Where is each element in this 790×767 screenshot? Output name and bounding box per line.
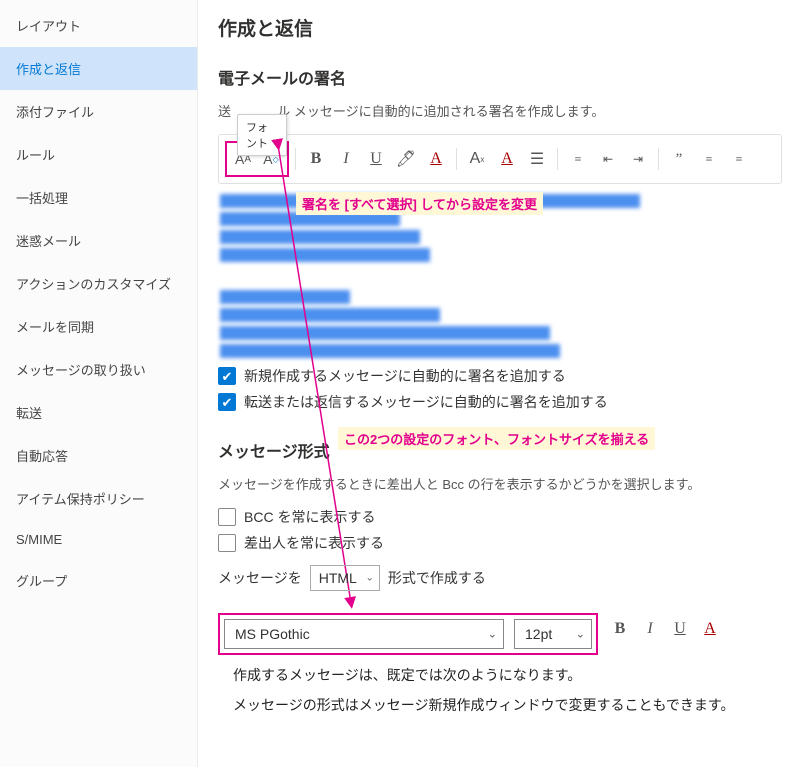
font-tooltip: フォント	[237, 114, 287, 156]
italic-button[interactable]: I	[332, 145, 360, 173]
sidebar-item-groups[interactable]: グループ	[0, 559, 197, 602]
sidebar-item-layout[interactable]: レイアウト	[0, 4, 197, 47]
toolbar-separator	[658, 148, 659, 170]
font-buttons-highlight: フォント AA A◇	[225, 141, 289, 177]
callout-select-all: 署名を [すべて選択] してから設定を変更	[296, 192, 543, 215]
numbered-list-button[interactable]: ≡	[564, 145, 592, 173]
sidebar-item-retention[interactable]: アイテム保持ポリシー	[0, 477, 197, 520]
checkbox-show-bcc[interactable]: BCC を常に表示する	[218, 507, 782, 527]
format-mini-toolbar: B I U A	[606, 615, 724, 643]
font-size-highlight-box: MS PGothic ⌄ 12pt ⌄	[218, 613, 598, 655]
sidebar-item-auto-reply[interactable]: 自動応答	[0, 434, 197, 477]
bold-button[interactable]: B	[606, 615, 634, 643]
checkbox-show-from[interactable]: 差出人を常に表示する	[218, 533, 782, 553]
signature-section: 電子メールの署名 送 信する ル メッセージに自動的に追加される署名を作成します…	[218, 65, 782, 412]
font-color-button[interactable]: A	[422, 145, 450, 173]
format-desc: メッセージを作成するときに差出人と Bcc の行を表示するかどうかを選択します。	[218, 474, 782, 493]
chevron-down-icon: ⌄	[576, 628, 585, 641]
default-size-select[interactable]: 12pt ⌄	[514, 619, 592, 649]
bullets-button[interactable]: ☰	[523, 145, 551, 173]
font-color-2-button[interactable]: A	[493, 145, 521, 173]
chevron-down-icon: ⌄	[365, 573, 373, 584]
page-title: 作成と返信	[218, 14, 782, 41]
signature-heading: 電子メールの署名	[218, 65, 782, 89]
outdent-button[interactable]: ⇤	[594, 145, 622, 173]
main-content: 作成と返信 電子メールの署名 送 信する ル メッセージに自動的に追加される署名…	[198, 0, 790, 767]
toolbar-separator	[456, 148, 457, 170]
signature-desc-prefix: 送	[218, 104, 231, 119]
sidebar-item-attachments[interactable]: 添付ファイル	[0, 90, 197, 133]
checkbox-new-message-signature[interactable]: ✔ 新規作成するメッセージに自動的に署名を追加する	[218, 366, 782, 386]
indent-button[interactable]: ⇥	[624, 145, 652, 173]
checkbox-label: 差出人を常に表示する	[244, 533, 384, 553]
italic-button[interactable]: I	[636, 615, 664, 643]
format-note-1: 作成するメッセージは、既定では次のようになります。	[233, 665, 782, 685]
toolbar-separator	[557, 148, 558, 170]
checkbox-label: 新規作成するメッセージに自動的に署名を追加する	[244, 366, 566, 386]
checkbox-label: BCC を常に表示する	[244, 507, 375, 527]
default-size-value: 12pt	[525, 626, 552, 642]
signature-toolbar: フォント AA A◇ B I U 🖊 A Ax A ☰ ≡ ⇤ ⇥ ”	[218, 134, 782, 184]
compose-prefix: メッセージを	[218, 568, 302, 588]
format-note-2: メッセージの形式はメッセージ新規作成ウィンドウで変更することもできます。	[233, 695, 782, 715]
checked-icon: ✔	[218, 367, 236, 385]
default-font-value: MS PGothic	[235, 626, 310, 642]
align-left-button[interactable]: ≡	[695, 145, 723, 173]
checkbox-reply-forward-signature[interactable]: ✔ 転送または返信するメッセージに自動的に署名を追加する	[218, 392, 782, 412]
font-color-button[interactable]: A	[696, 615, 724, 643]
message-format-section: メッセージ形式 メッセージを作成するときに差出人と Bcc の行を表示するかどう…	[218, 438, 782, 715]
unchecked-icon	[218, 534, 236, 552]
sidebar-item-sync-mail[interactable]: メールを同期	[0, 305, 197, 348]
underline-button[interactable]: U	[666, 615, 694, 643]
clear-format-button[interactable]: Ax	[463, 145, 491, 173]
underline-button[interactable]: U	[362, 145, 390, 173]
callout-match-font: この2つの設定のフォント、フォントサイズを揃える	[338, 427, 655, 450]
toolbar-separator	[295, 148, 296, 170]
quote-button[interactable]: ”	[665, 145, 693, 173]
checkbox-label: 転送または返信するメッセージに自動的に署名を追加する	[244, 392, 608, 412]
signature-desc: 送 信する ル メッセージに自動的に追加される署名を作成します。	[218, 101, 782, 120]
sidebar-item-message-handling[interactable]: メッセージの取り扱い	[0, 348, 197, 391]
compose-suffix: 形式で作成する	[388, 568, 486, 588]
default-font-select[interactable]: MS PGothic ⌄	[224, 619, 504, 649]
align-center-button[interactable]: ≡	[725, 145, 753, 173]
highlight-button[interactable]: 🖊	[392, 145, 420, 173]
compose-format-value: HTML	[319, 570, 357, 586]
sidebar-item-sweep[interactable]: 一括処理	[0, 176, 197, 219]
sidebar-item-compose-reply[interactable]: 作成と返信	[0, 47, 197, 90]
bold-button[interactable]: B	[302, 145, 330, 173]
signature-editor[interactable]: 署名を [すべて選択] してから設定を変更	[218, 190, 782, 360]
sidebar-item-customize-actions[interactable]: アクションのカスタマイズ	[0, 262, 197, 305]
compose-format-select[interactable]: HTML ⌄	[310, 565, 380, 591]
sidebar-item-rules[interactable]: ルール	[0, 133, 197, 176]
settings-sidebar: レイアウト 作成と返信 添付ファイル ルール 一括処理 迷惑メール アクションの…	[0, 0, 198, 767]
unchecked-icon	[218, 508, 236, 526]
chevron-down-icon: ⌄	[488, 628, 497, 641]
signature-desc-suffix: ル メッセージに自動的に追加される署名を作成します。	[277, 104, 604, 119]
sidebar-item-smime[interactable]: S/MIME	[0, 520, 197, 559]
checked-icon: ✔	[218, 393, 236, 411]
compose-format-row: メッセージを HTML ⌄ 形式で作成する	[218, 565, 782, 591]
sidebar-item-forwarding[interactable]: 転送	[0, 391, 197, 434]
sidebar-item-junk[interactable]: 迷惑メール	[0, 219, 197, 262]
